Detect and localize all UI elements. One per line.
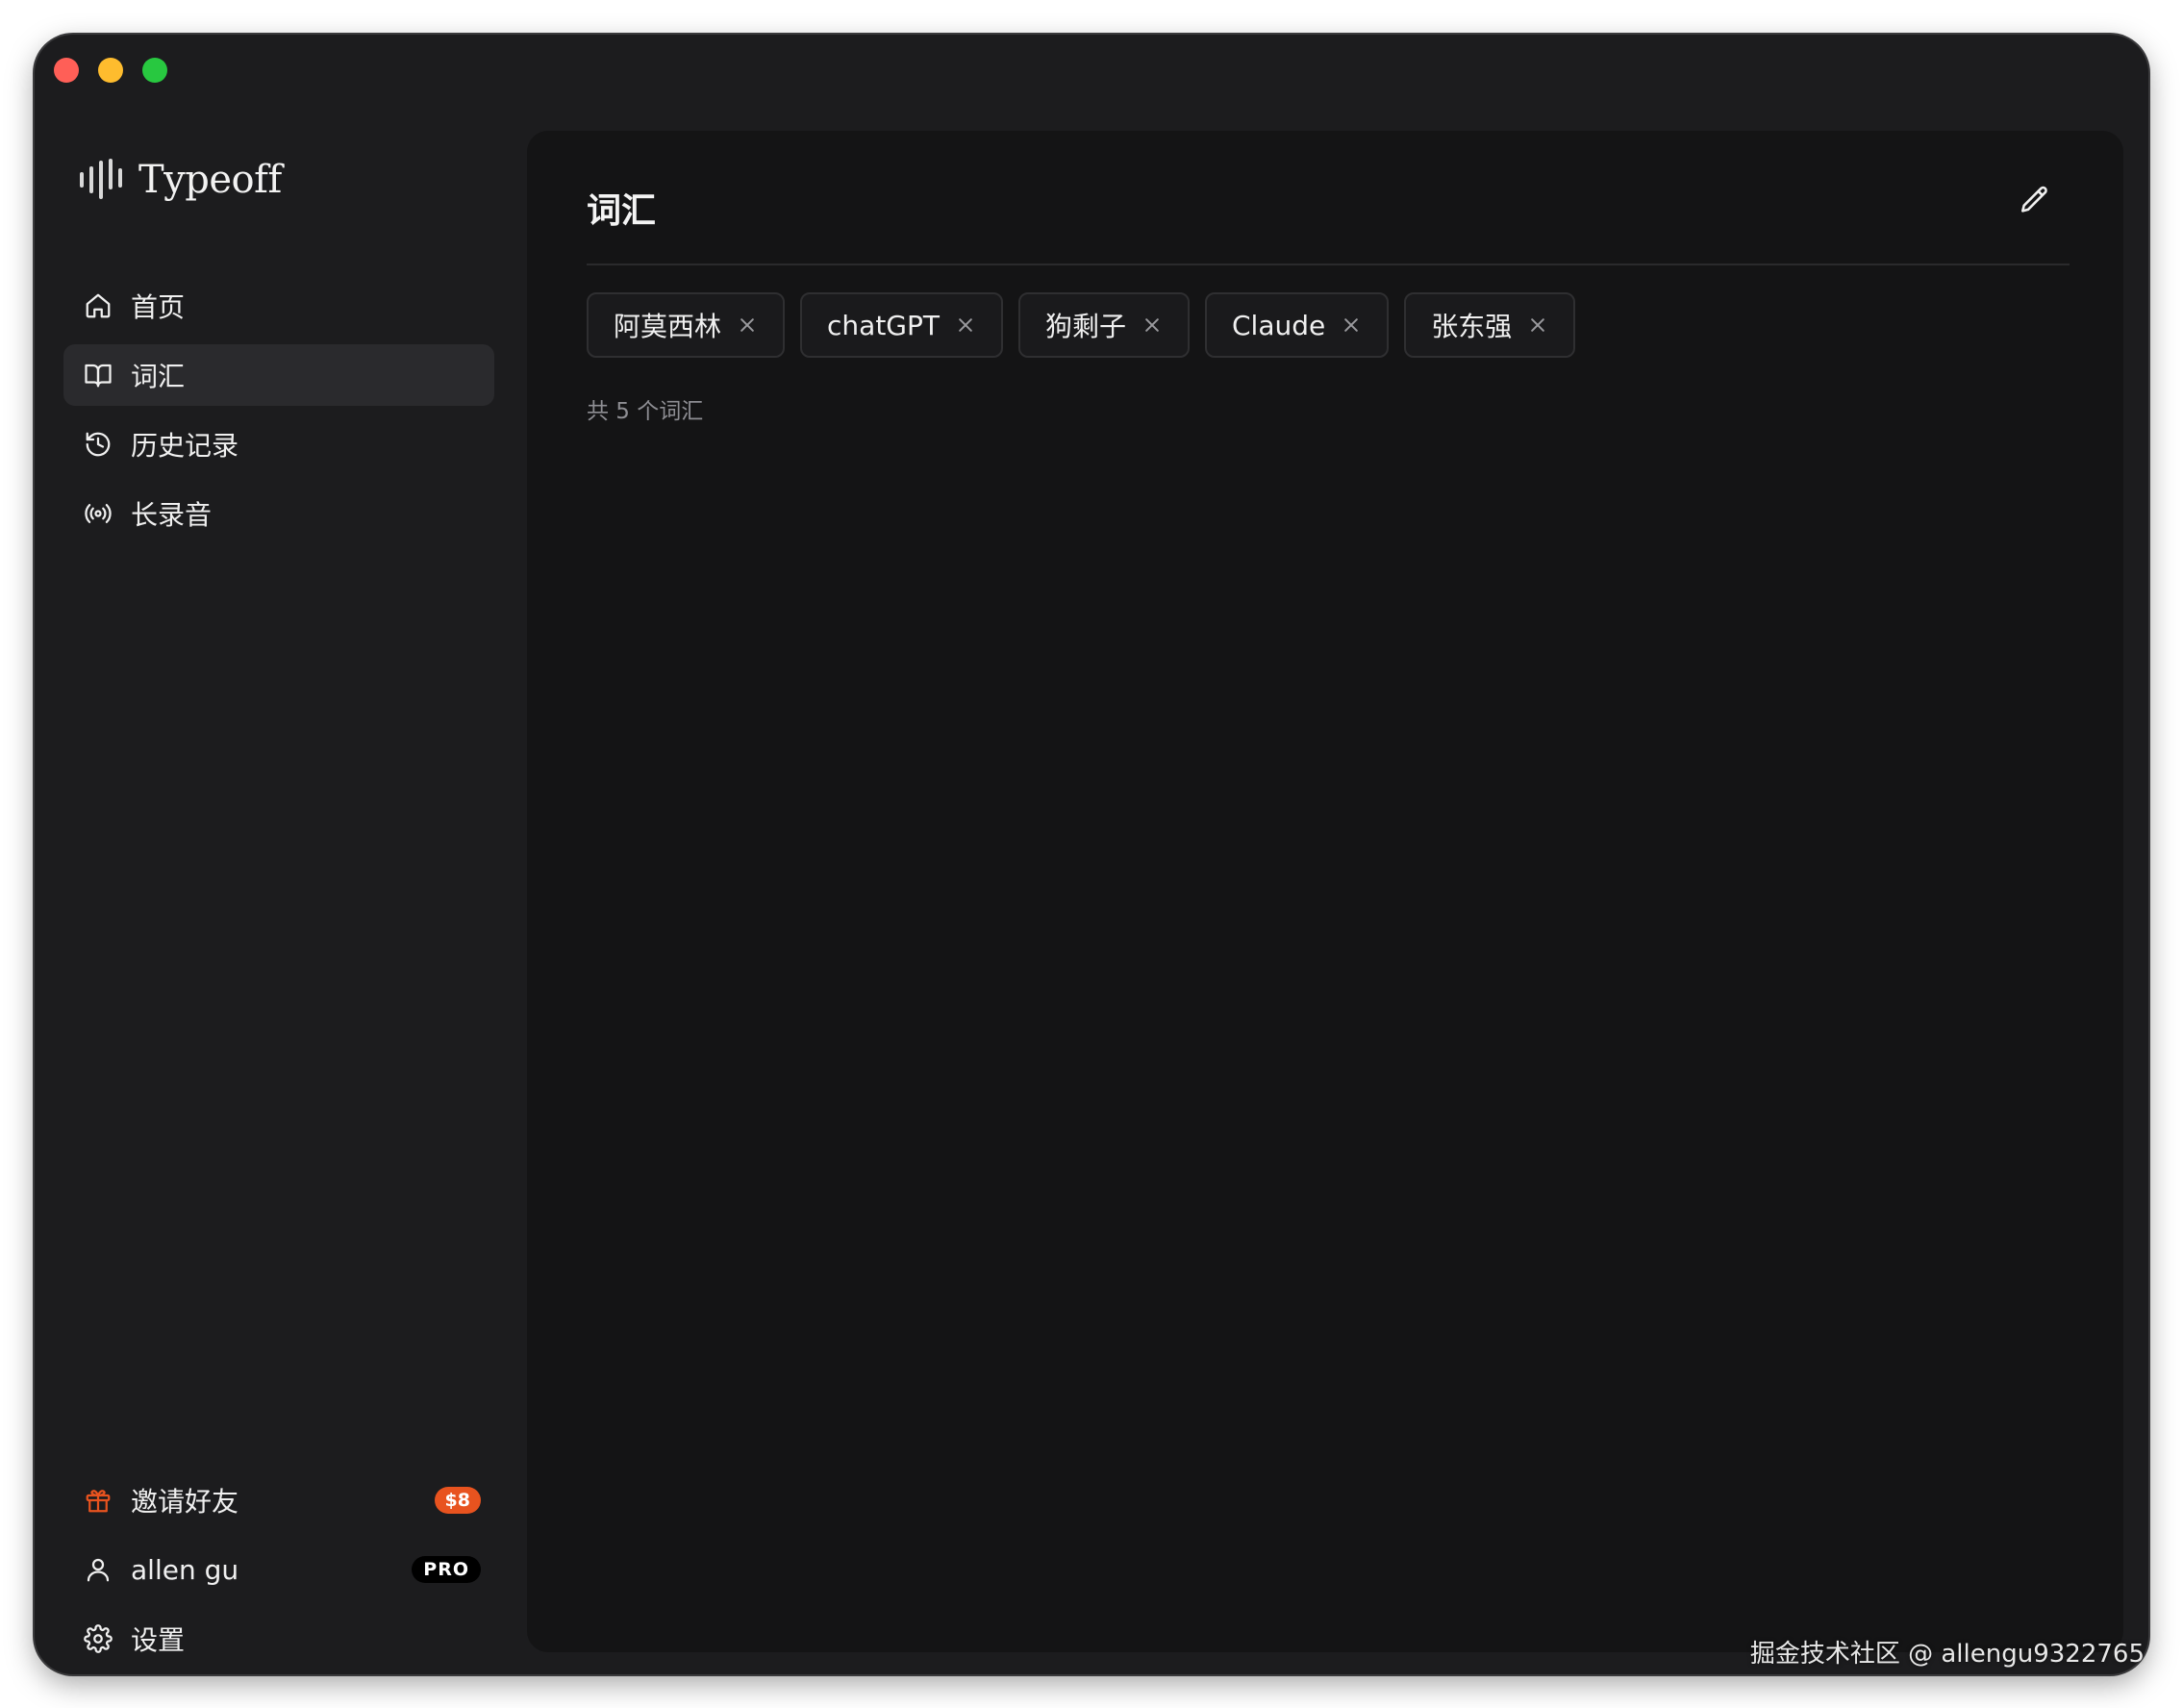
sidebar-item-label: 邀请好友 <box>131 1486 239 1518</box>
pencil-icon <box>2020 186 2047 213</box>
remove-tag-button[interactable] <box>955 314 976 336</box>
remove-tag-button[interactable] <box>1341 314 1362 336</box>
sidebar-item-long-recording[interactable]: 长录音 <box>63 483 494 544</box>
app-name: Typeoff <box>138 158 282 202</box>
tag-label: 阿莫西林 <box>614 311 722 342</box>
vocabulary-tags: 阿莫西林 chatGPT 狗剩子 Claude 张东强 <box>587 292 1576 358</box>
tag-label: chatGPT <box>827 309 940 341</box>
tag-label: 狗剩子 <box>1044 311 1126 342</box>
home-icon <box>83 290 113 321</box>
sidebar-item-label: 设置 <box>131 1624 186 1656</box>
close-icon <box>1344 318 1359 332</box>
sidebar-item-label: 长录音 <box>131 499 213 531</box>
sidebar-item-label: 历史记录 <box>131 430 239 462</box>
vocabulary-tag: 张东强 <box>1404 292 1576 358</box>
waveform-logo-icon <box>80 159 122 199</box>
vocabulary-tag: 狗剩子 <box>1017 292 1190 358</box>
remove-tag-button[interactable] <box>737 314 758 336</box>
sidebar-item-label: 词汇 <box>131 361 186 392</box>
tag-label: 张东强 <box>1431 311 1513 342</box>
app-window: Typeoff 首页 词汇 历史记录 长录音 邀请好友 $8 allen gu … <box>35 35 2148 1674</box>
close-icon <box>1531 318 1545 332</box>
remove-tag-button[interactable] <box>1142 314 1163 336</box>
reward-badge: $8 <box>434 1487 481 1514</box>
tag-label: Claude <box>1232 309 1326 341</box>
page-header: 词汇 <box>587 131 2070 265</box>
vocabulary-tag: Claude <box>1205 292 1390 358</box>
watermark: 掘金技术社区 @ allengu9322765 <box>1749 1640 2145 1669</box>
app-logo: Typeoff <box>79 158 282 202</box>
sidebar-item-invite-friends[interactable]: 邀请好友 $8 <box>63 1469 494 1531</box>
pro-badge: PRO <box>412 1556 481 1583</box>
sidebar-item-history[interactable]: 历史记录 <box>63 414 494 475</box>
sidebar-item-settings[interactable]: 设置 <box>63 1608 494 1670</box>
sidebar-nav: 首页 词汇 历史记录 长录音 <box>63 275 494 552</box>
close-icon <box>740 318 754 332</box>
gear-icon <box>83 1623 113 1654</box>
vocabulary-count: 共 5 个词汇 <box>587 399 704 424</box>
broadcast-icon <box>83 498 113 529</box>
edit-button[interactable] <box>2014 179 2056 221</box>
sidebar-item-home[interactable]: 首页 <box>63 275 494 337</box>
sidebar-item-user-profile[interactable]: allen gu PRO <box>63 1539 494 1600</box>
close-icon <box>959 318 972 332</box>
sidebar-bottom: 邀请好友 $8 allen gu PRO 设置 <box>63 1469 494 1674</box>
main-panel: 词汇 阿莫西林 chatGPT 狗剩子 Claude 张东强 共 5 个词汇 <box>527 131 2123 1652</box>
book-icon <box>83 360 113 390</box>
user-name: allen gu <box>131 1553 239 1586</box>
sidebar-item-vocabulary[interactable]: 词汇 <box>63 344 494 406</box>
gift-icon <box>83 1485 113 1516</box>
page-title: 词汇 <box>587 191 657 231</box>
history-icon <box>83 429 113 460</box>
remove-tag-button[interactable] <box>1527 314 1548 336</box>
vocabulary-tag: 阿莫西林 <box>587 292 786 358</box>
sidebar-item-label: 首页 <box>131 291 186 323</box>
user-icon <box>83 1554 113 1585</box>
sidebar: Typeoff 首页 词汇 历史记录 长录音 邀请好友 $8 allen gu … <box>35 35 525 1674</box>
vocabulary-tag: chatGPT <box>800 292 1003 358</box>
close-icon <box>1145 318 1159 332</box>
